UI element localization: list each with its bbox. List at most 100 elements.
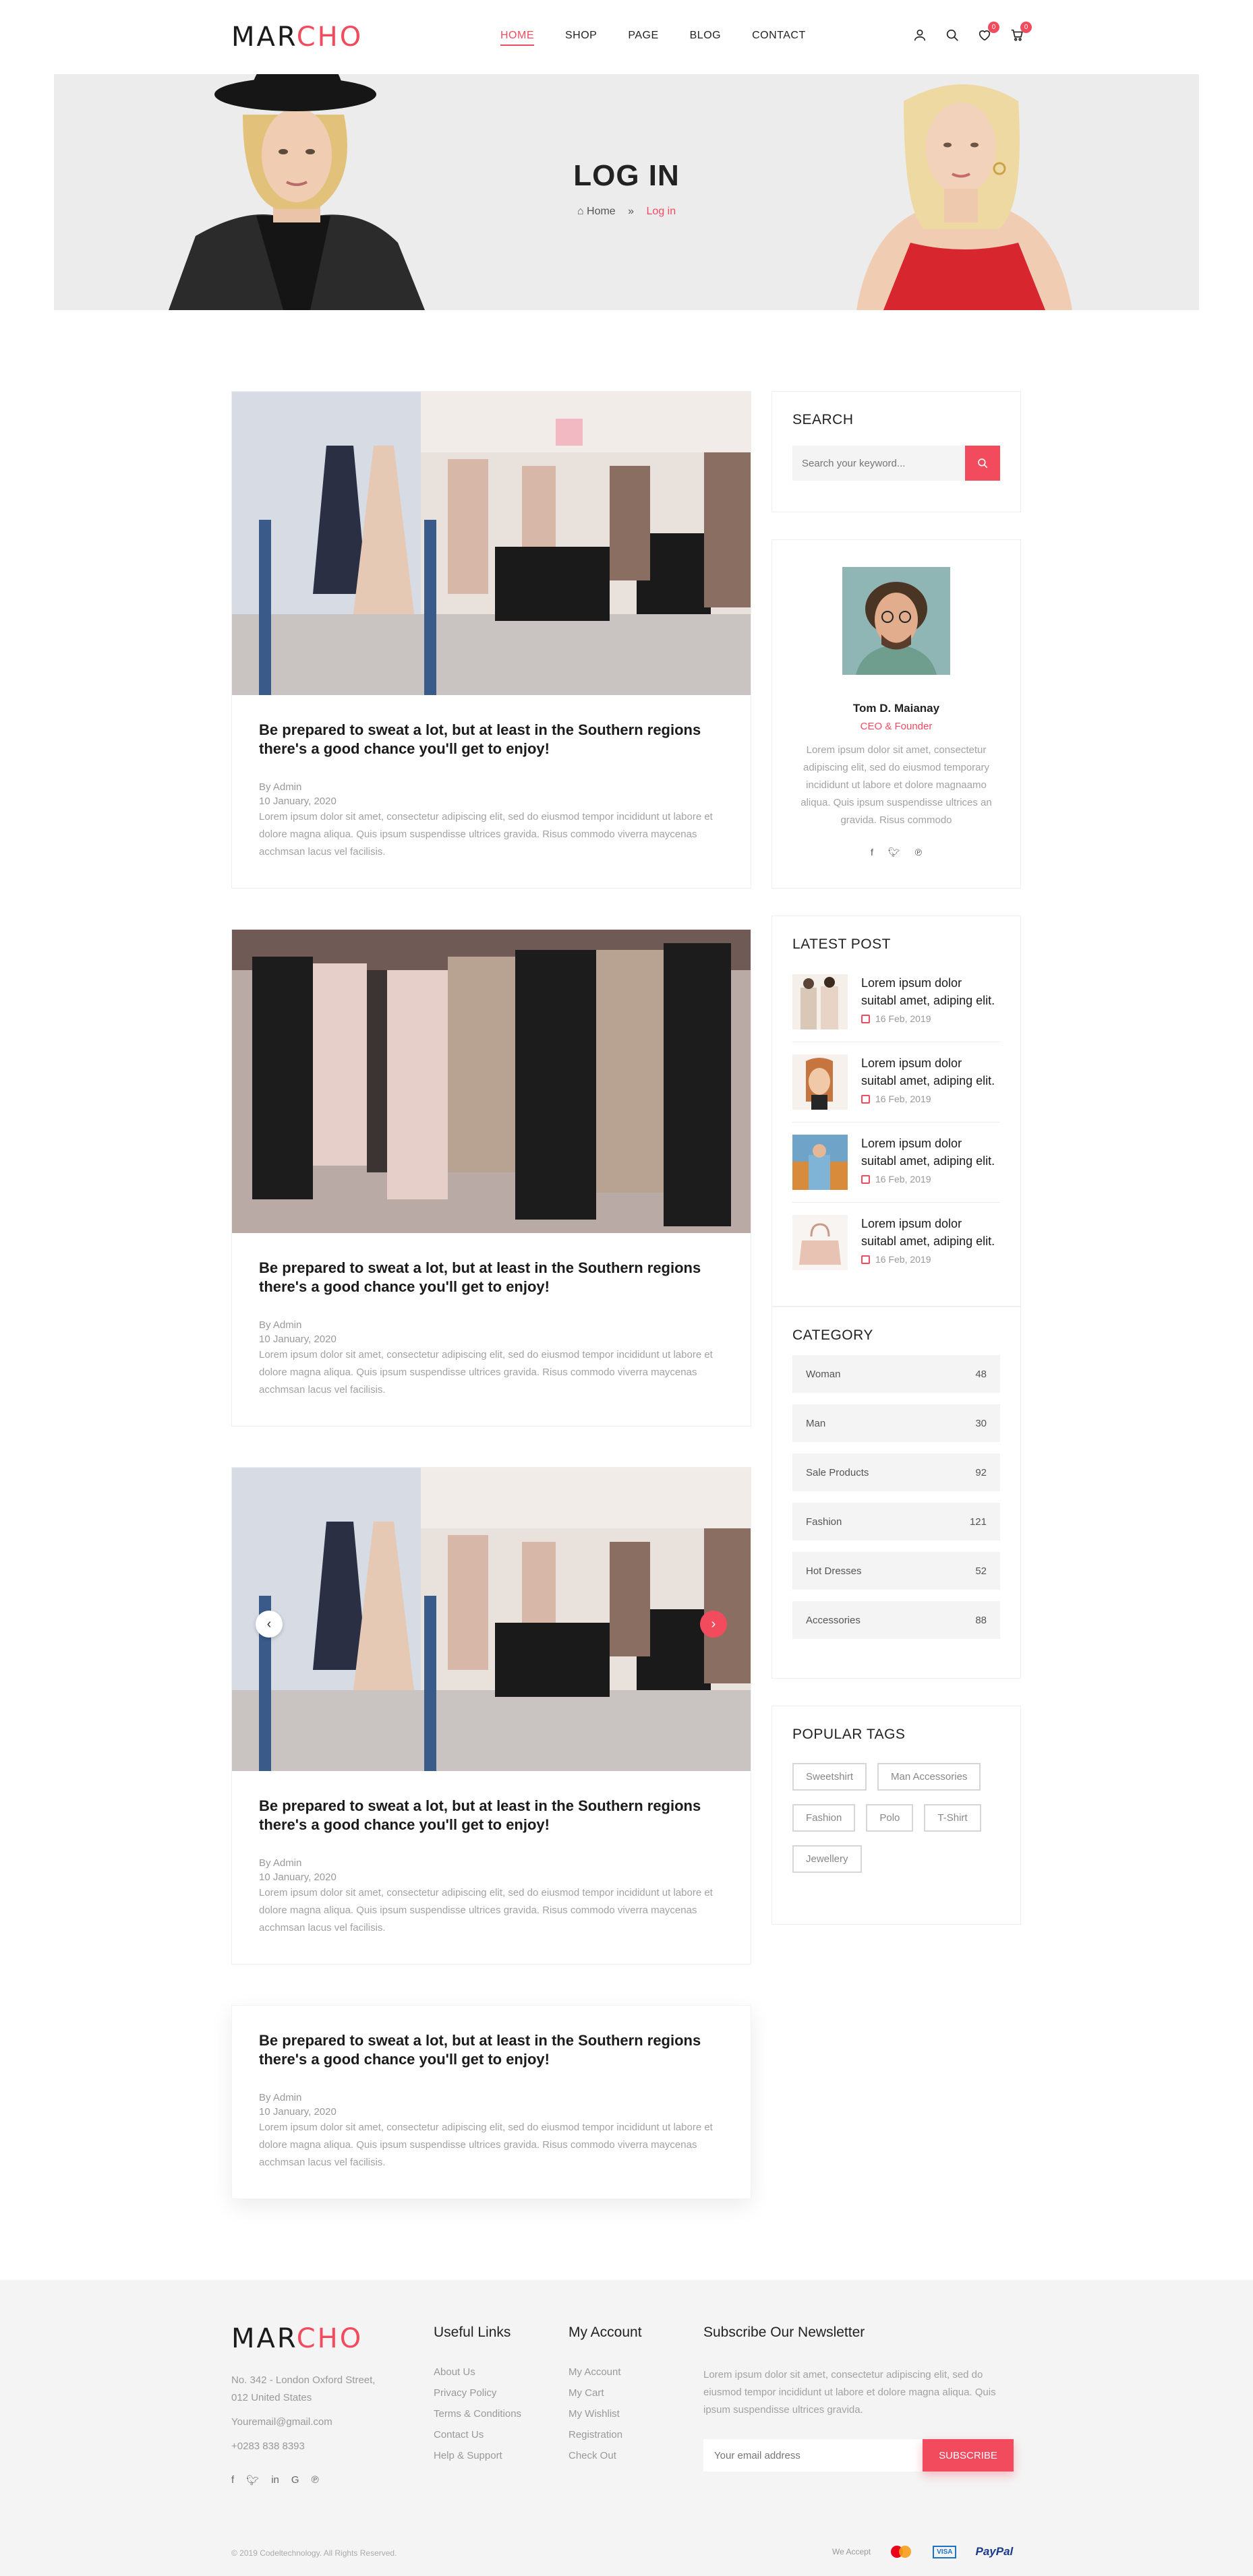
category-item[interactable]: Fashion 121 [792, 1503, 1000, 1540]
footer-link[interactable]: Contact Us [434, 2429, 521, 2440]
footer-email[interactable]: Youremail@gmail.com [231, 2414, 375, 2431]
category-item[interactable]: Man 30 [792, 1404, 1000, 1442]
tag-polo[interactable]: Polo [866, 1804, 914, 1832]
latest-post-thumb [792, 974, 848, 1029]
post-excerpt: Lorem ipsum dolor sit amet, consectetur … [259, 1887, 713, 1934]
latest-post-title[interactable]: Lorem ipsum dolor suitabl amet, adiping … [861, 1135, 1000, 1170]
tag-jewellery[interactable]: Jewellery [792, 1845, 862, 1873]
facebook-icon[interactable]: f [231, 2474, 234, 2486]
visa-icon: VISA [933, 2545, 957, 2558]
latest-post-item[interactable]: Lorem ipsum dolor suitabl amet, adiping … [792, 1042, 1000, 1122]
search-button[interactable] [965, 446, 1000, 481]
newsletter-email-input[interactable] [703, 2439, 923, 2472]
latest-post-item[interactable]: Lorem ipsum dolor suitabl amet, adiping … [792, 1203, 1000, 1282]
category-item[interactable]: Accessories 88 [792, 1601, 1000, 1639]
linkedin-icon[interactable]: in [271, 2474, 279, 2486]
footer-column-title: Useful Links [434, 2325, 511, 2340]
nav-page[interactable]: PAGE [628, 30, 658, 46]
user-icon[interactable] [912, 27, 928, 43]
post-author: By Admin [259, 1857, 302, 1869]
site-footer: MARCHO No. 342 - London Oxford Street, 0… [0, 2280, 1253, 2576]
nav-home[interactable]: HOME [500, 30, 534, 46]
latest-post-item[interactable]: Lorem ipsum dolor suitabl amet, adiping … [792, 962, 1000, 1042]
subscribe-button[interactable]: SUBSCRIBE [923, 2439, 1014, 2472]
category-item[interactable]: Hot Dresses 52 [792, 1552, 1000, 1590]
post-image-slider[interactable]: ‹ › [232, 1468, 751, 1771]
popular-tags-widget: POPULAR TAGS Sweetshirt Man Accessories … [771, 1706, 1021, 1925]
latest-post-date: 16 Feb, 2019 [875, 1013, 931, 1024]
footer-link[interactable]: My Cart [569, 2387, 642, 2399]
footer-link[interactable]: Privacy Policy [434, 2387, 521, 2399]
footer-contact-info: No. 342 - London Oxford Street, 012 Unit… [231, 2372, 375, 2455]
author-social: f 🐦︎ ℗ [792, 847, 1000, 858]
footer-phone[interactable]: +0283 838 8393 [231, 2438, 375, 2455]
post-date: 10 January, 2020 [259, 1871, 337, 1883]
post-title[interactable]: Be prepared to sweat a lot, but at least… [259, 721, 724, 758]
tag-man-accessories[interactable]: Man Accessories [877, 1763, 981, 1791]
tag-fashion[interactable]: Fashion [792, 1804, 856, 1832]
pinterest-icon[interactable]: ℗ [915, 847, 922, 858]
post-excerpt: Lorem ipsum dolor sit amet, consectetur … [259, 811, 713, 858]
post-title[interactable]: Be prepared to sweat a lot, but at least… [259, 1259, 724, 1296]
search-icon[interactable] [944, 27, 960, 43]
blog-post-card: Be prepared to sweat a lot, but at least… [231, 391, 751, 889]
footer-link[interactable]: Check Out [569, 2450, 642, 2461]
nav-shop[interactable]: SHOP [565, 30, 597, 46]
cart-icon[interactable]: 0 [1009, 22, 1032, 43]
post-excerpt: Lorem ipsum dolor sit amet, consectetur … [259, 2122, 713, 2168]
post-date: 10 January, 2020 [259, 2106, 337, 2118]
widget-title: CATEGORY [792, 1327, 873, 1343]
footer-link[interactable]: About Us [434, 2366, 521, 2378]
latest-post-title[interactable]: Lorem ipsum dolor suitabl amet, adiping … [861, 1054, 1000, 1089]
post-title[interactable]: Be prepared to sweat a lot, but at least… [259, 1797, 724, 1834]
twitter-icon[interactable]: 🐦︎ [246, 2474, 259, 2486]
category-item[interactable]: Sale Products 92 [792, 1454, 1000, 1491]
header-actions: 0 0 [912, 22, 1032, 43]
category-count: 88 [975, 1614, 987, 1626]
nav-contact[interactable]: CONTACT [752, 30, 806, 46]
facebook-icon[interactable]: f [871, 847, 873, 858]
latest-posts-widget: LATEST POST Lorem ipsum dolor suitabl am… [771, 916, 1021, 1307]
category-item[interactable]: Woman 48 [792, 1355, 1000, 1393]
blog-post-card: Be prepared to sweat a lot, but at least… [231, 929, 751, 1427]
post-image[interactable] [232, 392, 751, 695]
page-title: LOG IN [573, 159, 680, 192]
latest-post-title[interactable]: Lorem ipsum dolor suitabl amet, adiping … [861, 1215, 1000, 1250]
wishlist-icon[interactable]: 0 [977, 22, 999, 43]
post-title[interactable]: Be prepared to sweat a lot, but at least… [259, 2031, 724, 2069]
footer-link[interactable]: Help & Support [434, 2450, 521, 2461]
footer-column-title: My Account [569, 2325, 642, 2340]
post-image[interactable] [232, 930, 751, 1233]
google-icon[interactable]: G [291, 2474, 299, 2486]
footer-link[interactable]: Terms & Conditions [434, 2408, 521, 2420]
breadcrumb-current: Log in [646, 206, 676, 217]
search-input[interactable] [792, 446, 965, 481]
footer-logo[interactable]: MARCHO [231, 2323, 363, 2354]
breadcrumb-home[interactable]: Home [587, 206, 616, 217]
blog-post-card: ‹ › Be prepared to sweat a lot, but at l… [231, 1467, 751, 1965]
tag-sweetshirt[interactable]: Sweetshirt [792, 1763, 867, 1791]
slider-next-icon[interactable]: › [700, 1611, 727, 1638]
latest-post-item[interactable]: Lorem ipsum dolor suitabl amet, adiping … [792, 1122, 1000, 1203]
latest-post-title[interactable]: Lorem ipsum dolor suitabl amet, adiping … [861, 974, 1000, 1009]
home-icon: ⌂ [577, 206, 584, 217]
latest-post-date: 16 Feb, 2019 [875, 1094, 931, 1104]
paypal-icon: PayPal [975, 2545, 1014, 2558]
latest-post-thumb [792, 1054, 848, 1110]
blog-post-card: Be prepared to sweat a lot, but at least… [231, 2005, 751, 2199]
twitter-icon[interactable]: 🐦︎ [888, 847, 900, 858]
footer-link[interactable]: My Wishlist [569, 2408, 642, 2420]
footer-link[interactable]: Registration [569, 2429, 642, 2440]
slider-prev-icon[interactable]: ‹ [256, 1611, 283, 1638]
pinterest-icon[interactable]: ℗ [312, 2474, 319, 2486]
nav-blog[interactable]: BLOG [690, 30, 721, 46]
footer-newsletter: Subscribe Our Newsletter Lorem ipsum dol… [703, 2325, 1020, 2472]
page-banner: LOG IN ⌂ Home » Log in [54, 74, 1199, 310]
category-widget: CATEGORY Woman 48 Man 30 Sale Products 92 F… [771, 1307, 1021, 1679]
post-author: By Admin [259, 781, 302, 793]
calendar-icon [861, 1014, 870, 1023]
tag-t-shirt[interactable]: T-Shirt [924, 1804, 981, 1832]
footer-link[interactable]: My Account [569, 2366, 642, 2378]
breadcrumb: ⌂ Home » Log in [54, 206, 1199, 218]
site-logo[interactable]: MARCHO [231, 22, 363, 53]
